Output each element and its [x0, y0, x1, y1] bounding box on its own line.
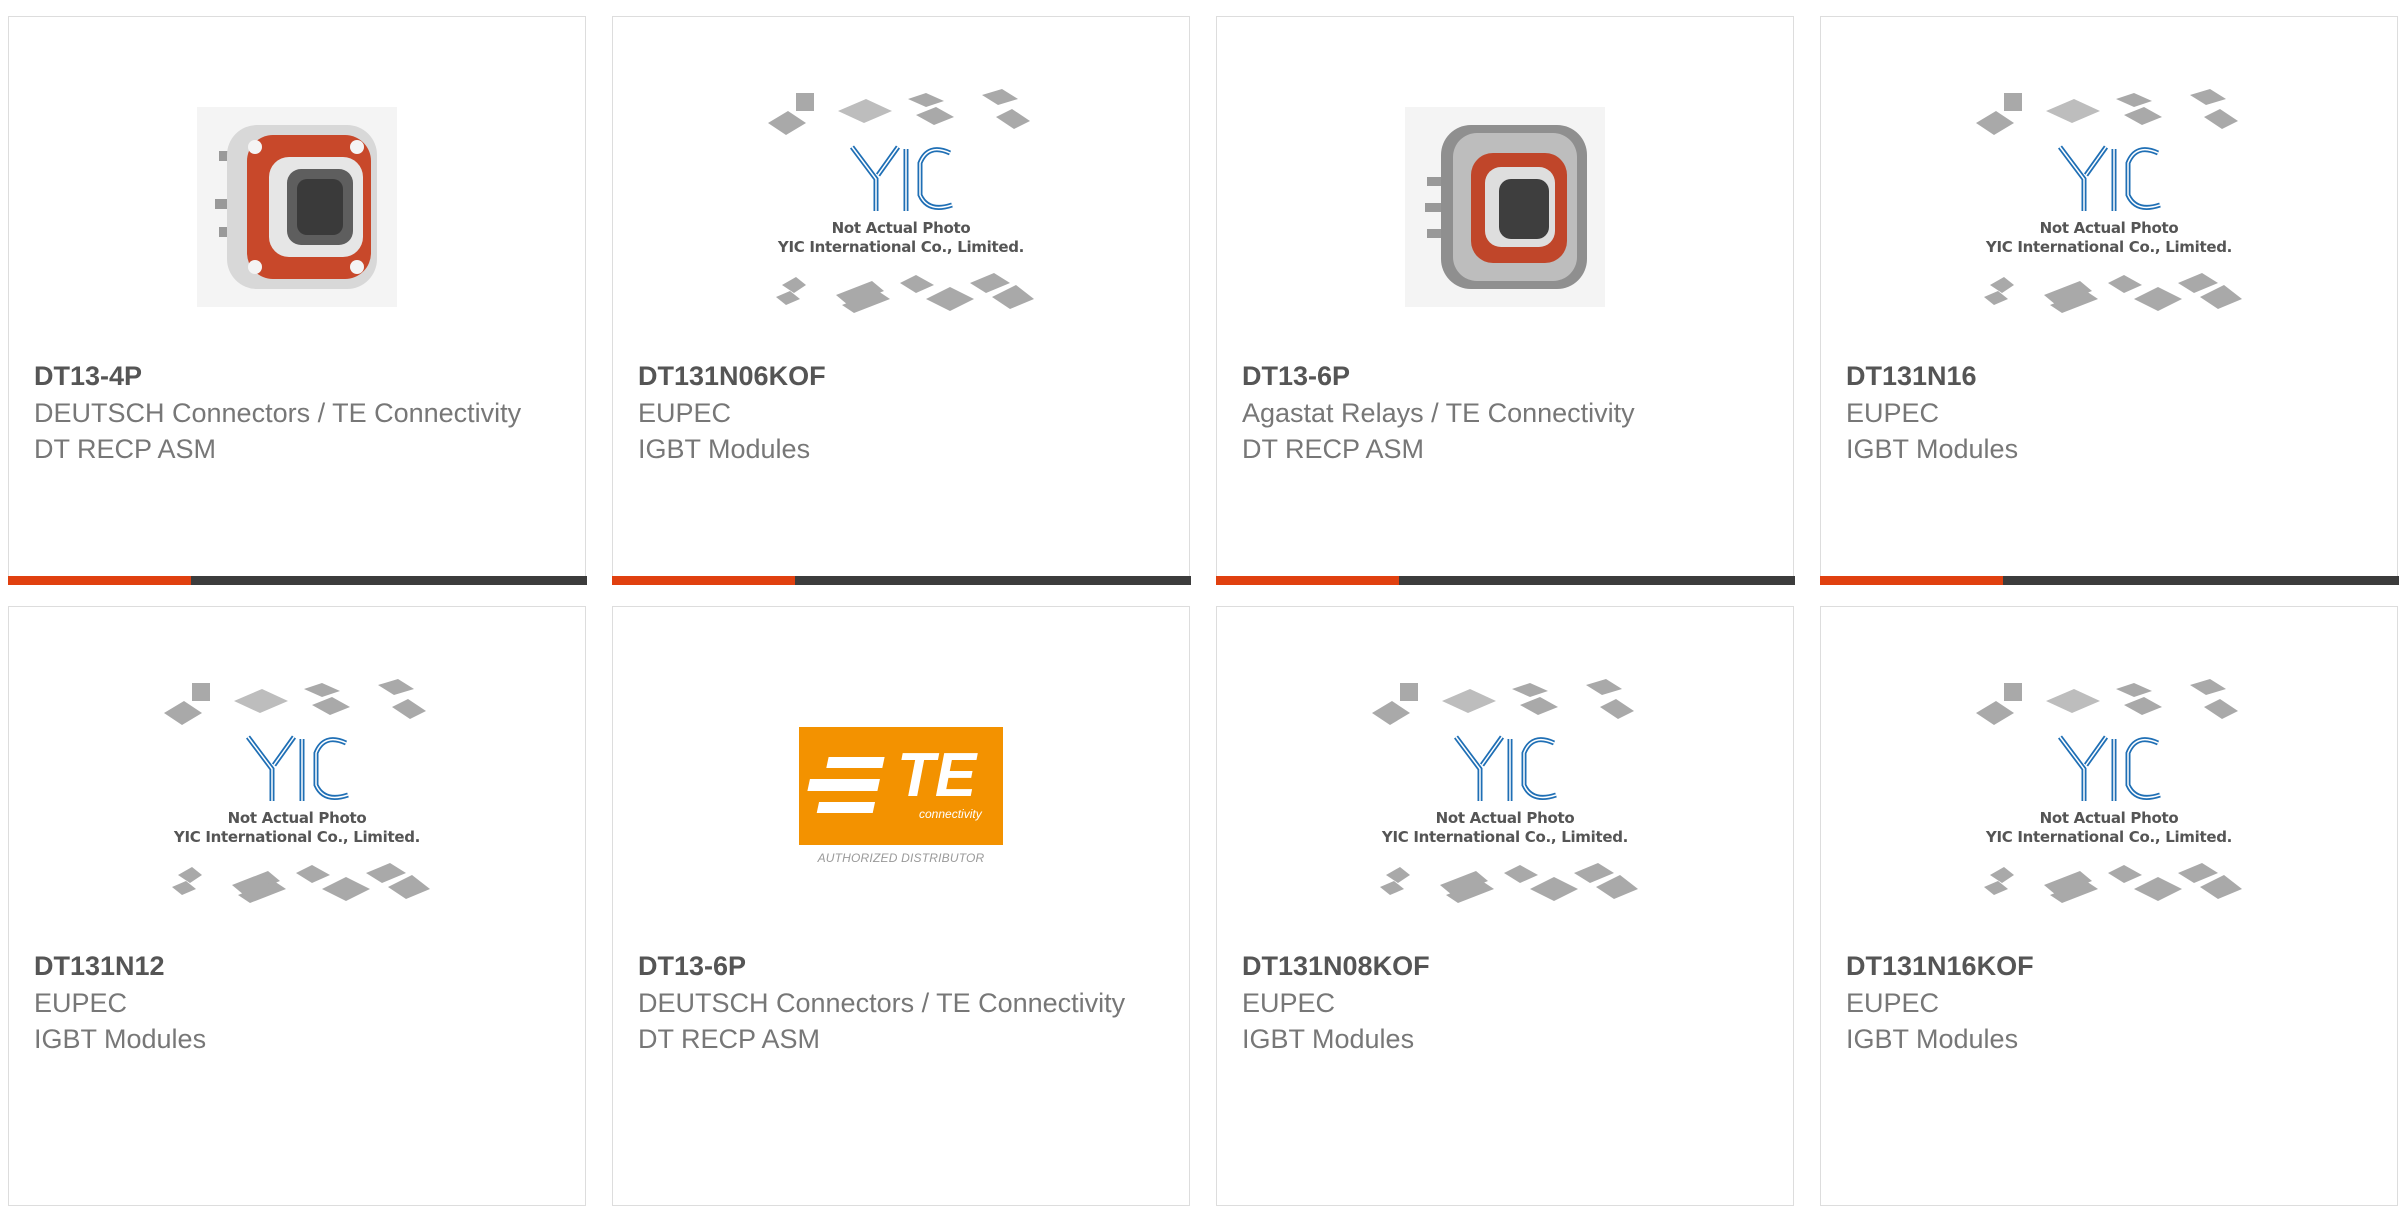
product-card[interactable]: TE connectivity AUTHORIZED DISTRIBUTOR D…: [612, 606, 1190, 1206]
placeholder-company: YIC International Co., Limited.: [1381, 828, 1629, 846]
part-number[interactable]: DT13-6P: [638, 947, 1164, 985]
product-card[interactable]: Not Actual Photo YIC International Co., …: [611, 16, 1191, 585]
description: DT RECP ASM: [34, 434, 217, 464]
placeholder-company: YIC International Co., Limited.: [1985, 238, 2233, 256]
product-info: DT131N12 EUPEC IGBT Modules: [34, 947, 560, 1057]
placeholder-caption: Not Actual Photo: [831, 219, 971, 237]
description: DT RECP ASM: [1242, 434, 1425, 464]
product-info: DT131N16KOF EUPEC IGBT Modules: [1846, 947, 2372, 1057]
te-logo-text: TE: [897, 741, 977, 810]
part-number[interactable]: DT131N16: [1846, 357, 2372, 395]
card-bottom-bar: [1819, 575, 2399, 585]
yic-placeholder-image: Not Actual Photo YIC International Co., …: [766, 87, 1036, 327]
part-number[interactable]: DT131N12: [34, 947, 560, 985]
product-info: DT13-4P DEUTSCH Connectors / TE Connecti…: [34, 357, 560, 467]
part-number[interactable]: DT131N16KOF: [1846, 947, 2372, 985]
product-info: DT131N06KOF EUPEC IGBT Modules: [638, 357, 1164, 467]
manufacturer: EUPEC: [1846, 398, 1940, 428]
product-card[interactable]: Not Actual Photo YIC International Co., …: [1820, 606, 2398, 1206]
product-info: DT13-6P Agastat Relays / TE Connectivity…: [1242, 357, 1768, 467]
placeholder-company: YIC International Co., Limited.: [777, 238, 1025, 256]
placeholder-caption: Not Actual Photo: [227, 809, 367, 827]
product-image[interactable]: Not Actual Photo YIC International Co., …: [1821, 77, 2397, 337]
product-image[interactable]: TE connectivity AUTHORIZED DISTRIBUTOR: [613, 667, 1189, 927]
product-image[interactable]: [9, 77, 585, 337]
product-card[interactable]: Not Actual Photo YIC International Co., …: [8, 606, 586, 1206]
card-bottom-bar: [7, 575, 587, 585]
card-accent: [1215, 575, 1399, 585]
manufacturer: Agastat Relays / TE Connectivity: [1242, 398, 1635, 428]
product-card[interactable]: DT13-4P DEUTSCH Connectors / TE Connecti…: [7, 16, 587, 585]
card-bottom-bar: [1215, 575, 1795, 585]
placeholder-caption: Not Actual Photo: [2039, 219, 2179, 237]
chip-packages-icon: [1976, 679, 2242, 903]
connector-photo-gray: [1405, 107, 1605, 307]
part-number[interactable]: DT131N06KOF: [638, 357, 1164, 395]
te-logo-subtext: connectivity: [919, 807, 982, 821]
placeholder-company: YIC International Co., Limited.: [173, 828, 421, 846]
product-image[interactable]: Not Actual Photo YIC International Co., …: [9, 667, 585, 927]
part-number[interactable]: DT13-4P: [34, 357, 560, 395]
description: IGBT Modules: [638, 434, 811, 464]
te-logo-box: TE connectivity: [799, 727, 1003, 845]
yic-placeholder-image: Not Actual Photo YIC International Co., …: [1974, 677, 2244, 917]
placeholder-caption: Not Actual Photo: [1435, 809, 1575, 827]
manufacturer: EUPEC: [638, 398, 732, 428]
chip-packages-icon: [768, 89, 1034, 313]
chip-packages-icon: [1976, 89, 2242, 313]
authorized-distributor-label: AUTHORIZED DISTRIBUTOR: [817, 851, 985, 865]
description: IGBT Modules: [1242, 1024, 1415, 1054]
chip-packages-icon: [164, 679, 430, 903]
product-image[interactable]: Not Actual Photo YIC International Co., …: [1821, 667, 2397, 927]
part-number[interactable]: DT131N08KOF: [1242, 947, 1768, 985]
description: IGBT Modules: [1846, 1024, 2019, 1054]
manufacturer: DEUTSCH Connectors / TE Connectivity: [34, 398, 522, 428]
product-info: DT13-6P DEUTSCH Connectors / TE Connecti…: [638, 947, 1164, 1057]
yic-placeholder-image: Not Actual Photo YIC International Co., …: [1974, 87, 2244, 327]
manufacturer: EUPEC: [1846, 988, 1940, 1018]
product-card[interactable]: Not Actual Photo YIC International Co., …: [1819, 16, 2399, 585]
card-accent: [1819, 575, 2003, 585]
product-image[interactable]: [1217, 77, 1793, 337]
product-info: DT131N16 EUPEC IGBT Modules: [1846, 357, 2372, 467]
card-accent: [611, 575, 795, 585]
description: DT RECP ASM: [638, 1024, 821, 1054]
chip-packages-icon: [1372, 679, 1638, 903]
card-bottom-bar: [611, 575, 1191, 585]
product-image[interactable]: Not Actual Photo YIC International Co., …: [1217, 667, 1793, 927]
placeholder-company: YIC International Co., Limited.: [1985, 828, 2233, 846]
card-accent: [7, 575, 191, 585]
yic-placeholder-image: Not Actual Photo YIC International Co., …: [162, 677, 432, 917]
te-stripes-icon: [807, 757, 885, 813]
te-connectivity-logo: TE connectivity AUTHORIZED DISTRIBUTOR: [799, 727, 1003, 867]
description: IGBT Modules: [1846, 434, 2019, 464]
product-info: DT131N08KOF EUPEC IGBT Modules: [1242, 947, 1768, 1057]
connector-photo-orange: [197, 107, 397, 307]
description: IGBT Modules: [34, 1024, 207, 1054]
manufacturer: EUPEC: [1242, 988, 1336, 1018]
product-image[interactable]: Not Actual Photo YIC International Co., …: [613, 77, 1189, 337]
product-card[interactable]: DT13-6P Agastat Relays / TE Connectivity…: [1215, 16, 1795, 585]
part-number[interactable]: DT13-6P: [1242, 357, 1768, 395]
product-card[interactable]: Not Actual Photo YIC International Co., …: [1216, 606, 1794, 1206]
manufacturer: DEUTSCH Connectors / TE Connectivity: [638, 988, 1126, 1018]
placeholder-caption: Not Actual Photo: [2039, 809, 2179, 827]
yic-placeholder-image: Not Actual Photo YIC International Co., …: [1370, 677, 1640, 917]
manufacturer: EUPEC: [34, 988, 128, 1018]
